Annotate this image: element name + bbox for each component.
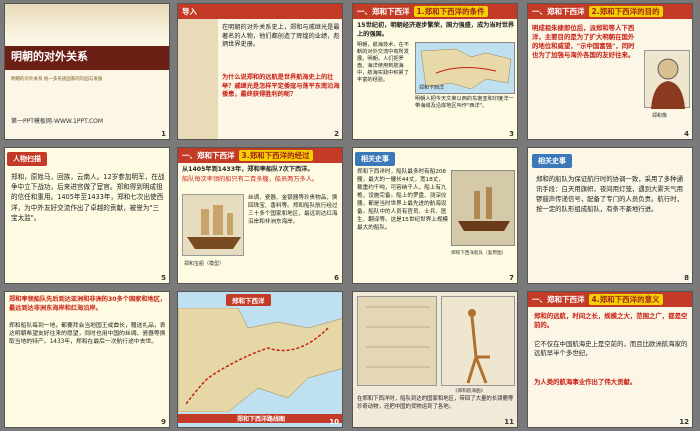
slide-10-header: 郑和下西洋 [226,294,271,306]
slide-6[interactable]: 一、郑和下西洋 3.郑和下西洋的经过 从1405年到1433年，郑和率船队7次下西… [177,147,343,284]
slide-2[interactable]: 导入 在明朝的对外关系史上，郑和与戚继光是最著名的人物，他们都创造了辉煌的业绩，… [177,3,343,140]
tab1-label: 一、郑和下西洋 [532,295,585,304]
slide-9-text-b: 郑和船队每到一地，都要拜会当地国王或酋长，赠送礼品，表达明朝希望友好往来的愿望，… [9,323,166,346]
fleet-caption: 郑和下西洋船队（复原图） [451,251,507,256]
ship-icon [187,205,241,249]
page-number: 7 [509,274,514,282]
tab1-label: 一、郑和下西洋 [357,7,410,16]
slide-1[interactable]: 明朝的对外关系 明朝的对外关系 统一多民族国家的巩固与发展 第一PPT模板网-W… [4,3,170,140]
route-caption: 郑和下西洋路线图 [178,414,342,423]
page-number: 8 [684,274,689,282]
fleet-image [451,170,515,246]
slide-8[interactable]: 相关史事 郑和的船队为保证航行时的协调一致，采用了多种通讯手段：白天用旗帜，夜间… [527,147,693,284]
page-number: 4 [684,130,689,138]
tab1-label: 一、郑和下西洋 [532,7,585,16]
page-number: 1 [161,130,166,138]
slide-5[interactable]: 人物扫描 郑和，原姓马，回族，云南人。12岁参加明军，在战争中立下战功，后来进宫… [4,147,170,284]
page-number: 6 [334,274,339,282]
tab2-label: 2.郑和下西洋的目的 [588,6,663,17]
tab1-label: 一、郑和下西洋 [182,151,235,160]
tab2-label: 1.郑和下西洋的条件 [413,6,488,17]
slide-8-text-a: 郑和的船队为保证航行时的协调一致，采用了多种通讯手段：白天用旗帜，夜间用灯笼，遇… [536,175,683,213]
header-label: 相关史事 [361,155,389,163]
slide-2-text-b: 为什么说郑和的远航是世界航海史上的壮举？戚继光是怎样平定倭寇与荡平东南沿海倭患，… [222,74,340,99]
slide-9-text-a: 郑和率领船队先后到达亚洲和非洲的30多个国家和地区，最远到达非洲东海岸和红海沿岸… [9,296,167,312]
slide-7-header: 相关史事 [355,152,395,166]
zheng-he-portrait [644,50,690,109]
slide-6-header: 一、郑和下西洋 3.郑和下西洋的经过 [178,148,342,163]
slide-4-text-a: 明成祖朱棣即位后，派郑和等人下西洋，主要目的是为了扩大明朝在国外的地位和威望，"… [532,24,635,59]
route-map-icon [178,307,342,413]
fleet-icon [458,187,510,231]
route-map [178,307,342,413]
slide-12-header: 一、郑和下西洋 4.郑和下西洋的意义 [528,292,692,307]
header-label: 郑和下西洋 [232,297,265,305]
slide-3[interactable]: 一、郑和下西洋 1.郑和下西洋的条件 15世纪初，明朝经济逐步繁荣，国力强盛，成为… [352,3,518,140]
slide-3-text-a: 15世纪初，明朝经济逐步繁荣，国力强盛，成为当时世界上的强国。 [357,22,515,38]
page-number: 10 [329,418,339,426]
header-label: 导入 [182,7,197,16]
tab2-label: 3.郑和下西洋的经过 [238,150,313,161]
slide-8-header: 相关史事 [532,154,572,168]
slide-9[interactable]: 郑和率领船队先后到达亚洲和非洲的30多个国家和地区，最远到达非洲东海岸和红海沿岸… [4,291,170,428]
page-number: 5 [161,274,166,282]
giraffe-icon [466,309,490,384]
header-label: 人物扫描 [13,155,41,163]
slide-5-text-a: 郑和，原姓马，回族，云南人。12岁参加明军，在战争中立下战功，后来进宫做了宦官。… [11,173,165,222]
slide-4-caption: 郑和像 [652,113,668,119]
chart-caption: 《郑和航海图》 [453,389,486,394]
page-number: 2 [334,130,339,138]
slide-12[interactable]: 一、郑和下西洋 4.郑和下西洋的意义 郑和的远航，时间之长，规模之大，范围之广，都… [527,291,693,428]
slide-7[interactable]: 相关史事 郑和下西洋时，船队最多时有船208艘，最大的一艘长44丈，宽18丈，载… [352,147,518,284]
ship-caption: 郑和宝船（模型） [184,261,225,267]
slide-3-text-c: 明朝人把今天文莱以西的东南亚和印度洋一带海域及沿岸地区叫作"西洋"。 [415,96,514,109]
slide-5-header: 人物扫描 [7,152,47,166]
slide-1-subtitle: 明朝的对外关系 统一多民族国家的巩固与发展 [11,77,103,82]
slide-11-text-a: 在郑和下西洋时，船队到达的国家和地区，带回了大量的长颈鹿等珍奇动物，还把中国的货… [357,396,514,410]
slide-6-text-c: 丝绸、瓷器、金银器等珍贵物品，换回珠宝、香料等。郑和船队航行经过三十多个国家和地… [248,195,338,225]
slide-11[interactable]: 《郑和航海图》 在郑和下西洋时，船队到达的国家和地区，带回了大量的长颈鹿等珍奇动… [352,291,518,428]
slide-12-text-b: 它不仅在中国航海史上是空前的，而且比欧洲航海家的远航早半个多世纪， [534,340,688,358]
slide-grid: 明朝的对外关系 明朝的对外关系 统一多民族国家的巩固与发展 第一PPT模板网-W… [0,0,700,431]
page-number: 3 [509,130,514,138]
slide-2-text-a: 在明朝的对外关系史上，郑和与戚继光是最著名的人物，他们都创造了辉煌的业绩，彪炳世… [222,24,340,49]
slide-3-map: 郑和下西洋 [415,42,515,94]
slide-12-text-c: 为人类的航海事业作出了伟大贡献。 [534,378,637,386]
slide-2-deco [178,19,218,139]
slide-6-text-a: 从1405年到1433年，郑和率船队7次下西洋。 [182,166,314,173]
page-number: 9 [161,418,166,426]
slide-4[interactable]: 一、郑和下西洋 2.郑和下西洋的目的 明成祖朱棣即位后，派郑和等人下西洋，主要目的… [527,3,693,140]
navigation-chart [357,296,437,386]
map-label: 郑和下西洋 [419,85,445,91]
page-number: 11 [504,418,514,426]
slide-1-title: 明朝的对外关系 [11,50,88,63]
slide-6-text-b: 船队每次率领的船只有二百多艘，船员两万多人。 [182,176,319,183]
slide-1-top-band [5,4,169,40]
header-label: 相关史事 [538,157,566,165]
tab2-label: 4.郑和下西洋的意义 [588,294,663,305]
slide-3-text-b: 明朝，航海技术，在不断的对外交流中有所发展。明朝，人们把罗盘、海洋使用到航海中，… [357,42,409,83]
giraffe-image [441,296,515,386]
ship-image [182,194,244,256]
slide-12-text-a: 郑和的远航，时间之长，规模之大，范围之广，都是空前的。 [534,312,688,330]
chart-scroll-icon [366,306,430,368]
portrait-icon [651,58,685,109]
slide-10[interactable]: 郑和下西洋 郑和下西洋路线图 10 [177,291,343,428]
slide-4-header: 一、郑和下西洋 2.郑和下西洋的目的 [528,4,692,19]
slide-2-header: 导入 [178,4,342,19]
slide-7-text-a: 郑和下西洋时，船队最多时有船208艘，最大的一艘长44丈，宽18丈，载重约千吨，… [357,169,449,231]
page-number: 12 [679,418,689,426]
slide-3-header: 一、郑和下西洋 1.郑和下西洋的条件 [353,4,517,19]
slide-1-footer: 第一PPT模板网-WWW.1PPT.COM [11,118,104,125]
